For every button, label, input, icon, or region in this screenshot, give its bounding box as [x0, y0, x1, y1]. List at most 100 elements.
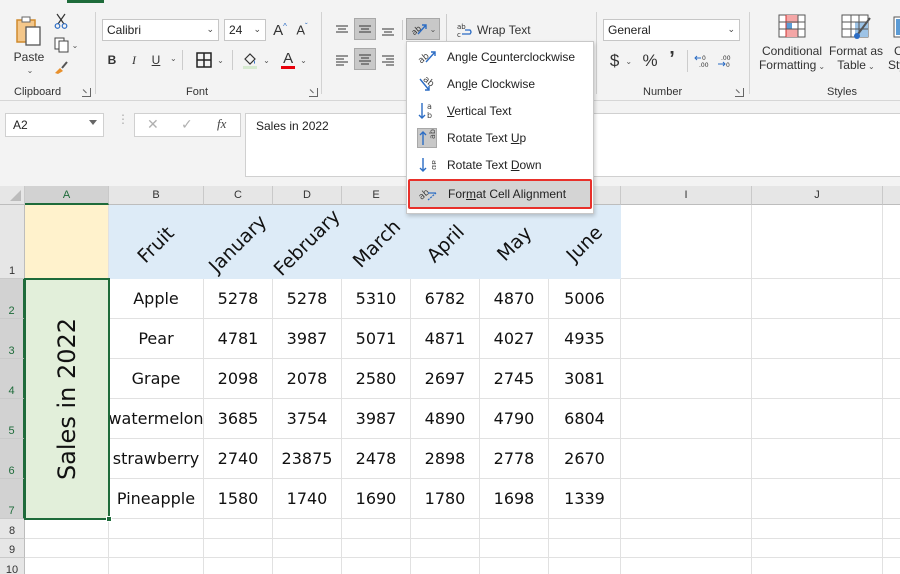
- menu-item-format-cell-alignment[interactable]: ab Format Cell Alignment: [408, 179, 592, 209]
- sales-value-cell[interactable]: 1698: [480, 479, 549, 519]
- row-header-6[interactable]: 6: [0, 439, 25, 479]
- sales-value-cell[interactable]: 1780: [411, 479, 480, 519]
- cell[interactable]: [752, 205, 883, 279]
- sales-value-cell[interactable]: 5071: [342, 319, 411, 359]
- cell[interactable]: [883, 479, 900, 519]
- cell[interactable]: [549, 519, 621, 539]
- sales-value-cell[interactable]: 6804: [549, 399, 621, 439]
- currency-button[interactable]: $ ⌄: [605, 50, 637, 72]
- column-header-j[interactable]: J: [752, 186, 883, 205]
- sales-value-cell[interactable]: 3081: [549, 359, 621, 399]
- sales-value-cell[interactable]: 4870: [480, 279, 549, 319]
- sales-value-cell[interactable]: 2697: [411, 359, 480, 399]
- row-header-9[interactable]: 9: [0, 539, 25, 558]
- sales-value-cell[interactable]: 2580: [342, 359, 411, 399]
- header-cell-f1[interactable]: April: [411, 205, 480, 279]
- sales-value-cell[interactable]: 3987: [342, 399, 411, 439]
- row-header-8[interactable]: 8: [0, 519, 25, 539]
- cell[interactable]: [752, 479, 883, 519]
- cancel-icon[interactable]: ✕: [147, 116, 159, 133]
- cell[interactable]: [342, 558, 411, 574]
- header-cell-g1[interactable]: May: [480, 205, 549, 279]
- row-header-10[interactable]: 10: [0, 558, 25, 574]
- font-color-button[interactable]: A ⌄: [278, 50, 310, 70]
- cell[interactable]: [752, 519, 883, 539]
- column-header-a[interactable]: A: [25, 186, 109, 205]
- header-cell-h1[interactable]: June: [549, 205, 621, 279]
- comma-style-button[interactable]: ’: [663, 48, 681, 70]
- menu-item-vertical-text[interactable]: ab Vertical Text: [409, 98, 591, 124]
- align-left-button[interactable]: [332, 50, 352, 70]
- sales-value-cell[interactable]: 3754: [273, 399, 342, 439]
- insert-function-icon[interactable]: fx: [217, 116, 226, 132]
- cell[interactable]: [752, 319, 883, 359]
- cell[interactable]: [25, 519, 109, 539]
- cell[interactable]: [25, 558, 109, 574]
- cell[interactable]: [621, 205, 752, 279]
- cell[interactable]: [883, 359, 900, 399]
- menu-item-rotate-text-up[interactable]: ab Rotate Text Up: [409, 125, 591, 151]
- conditional-formatting-button[interactable]: Conditional Formatting ⌄: [758, 14, 826, 78]
- column-header-i[interactable]: I: [621, 186, 752, 205]
- column-header-k[interactable]: [883, 186, 900, 205]
- sales-value-cell[interactable]: 4890: [411, 399, 480, 439]
- sales-value-cell[interactable]: 1580: [204, 479, 273, 519]
- sales-value-cell[interactable]: 4027: [480, 319, 549, 359]
- cell-a1[interactable]: [25, 205, 109, 279]
- cell[interactable]: [273, 519, 342, 539]
- increase-font-size-button[interactable]: A^: [270, 19, 290, 41]
- fruit-name-cell[interactable]: Pineapple: [109, 479, 204, 519]
- name-box[interactable]: A2: [5, 113, 104, 137]
- sales-value-cell[interactable]: 23875: [273, 439, 342, 479]
- fill-color-button[interactable]: ⌄: [240, 50, 272, 70]
- cell[interactable]: [480, 539, 549, 558]
- row-header-1[interactable]: 1: [0, 205, 25, 279]
- percent-button[interactable]: %: [639, 50, 661, 72]
- paste-button[interactable]: Paste ⌄: [10, 12, 48, 78]
- sales-value-cell[interactable]: 2778: [480, 439, 549, 479]
- row-header-4[interactable]: 4: [0, 359, 25, 399]
- sales-value-cell[interactable]: 2898: [411, 439, 480, 479]
- cell[interactable]: [204, 539, 273, 558]
- cell[interactable]: [621, 558, 752, 574]
- cell[interactable]: [109, 558, 204, 574]
- cell[interactable]: [883, 205, 900, 279]
- sales-value-cell[interactable]: 5278: [273, 279, 342, 319]
- sales-value-cell[interactable]: 2098: [204, 359, 273, 399]
- font-name-dropdown[interactable]: Calibri ⌄: [102, 19, 219, 41]
- sales-value-cell[interactable]: 1690: [342, 479, 411, 519]
- cell[interactable]: [883, 539, 900, 558]
- cell[interactable]: [273, 539, 342, 558]
- bottom-align-button[interactable]: [378, 20, 398, 40]
- column-header-b[interactable]: B: [109, 186, 204, 205]
- cell[interactable]: [883, 439, 900, 479]
- fruit-name-cell[interactable]: Apple: [109, 279, 204, 319]
- number-dialog-launcher-icon[interactable]: [735, 88, 744, 97]
- row-header-7[interactable]: 7: [0, 479, 25, 519]
- cell[interactable]: [752, 399, 883, 439]
- cut-button[interactable]: [52, 12, 70, 30]
- cell[interactable]: [25, 539, 109, 558]
- cell[interactable]: [752, 359, 883, 399]
- align-center-button[interactable]: [354, 48, 376, 70]
- cell[interactable]: [480, 519, 549, 539]
- merged-cell-a2-a7[interactable]: Sales in 2022: [24, 278, 110, 520]
- enter-icon[interactable]: ✓: [181, 116, 193, 133]
- format-as-table-button[interactable]: Format as Table ⌄: [828, 14, 884, 78]
- sales-value-cell[interactable]: 4935: [549, 319, 621, 359]
- sales-value-cell[interactable]: 5310: [342, 279, 411, 319]
- sales-value-cell[interactable]: 4790: [480, 399, 549, 439]
- cell[interactable]: [752, 279, 883, 319]
- select-all-button[interactable]: [0, 186, 25, 205]
- cell[interactable]: [752, 539, 883, 558]
- sales-value-cell[interactable]: 6782: [411, 279, 480, 319]
- fruit-name-cell[interactable]: strawberry: [109, 439, 204, 479]
- cell[interactable]: [883, 519, 900, 539]
- cell[interactable]: [621, 479, 752, 519]
- align-right-button[interactable]: [378, 50, 398, 70]
- cell[interactable]: [883, 319, 900, 359]
- cell[interactable]: [480, 558, 549, 574]
- cell[interactable]: [621, 539, 752, 558]
- cell[interactable]: [752, 439, 883, 479]
- font-dialog-launcher-icon[interactable]: [309, 88, 318, 97]
